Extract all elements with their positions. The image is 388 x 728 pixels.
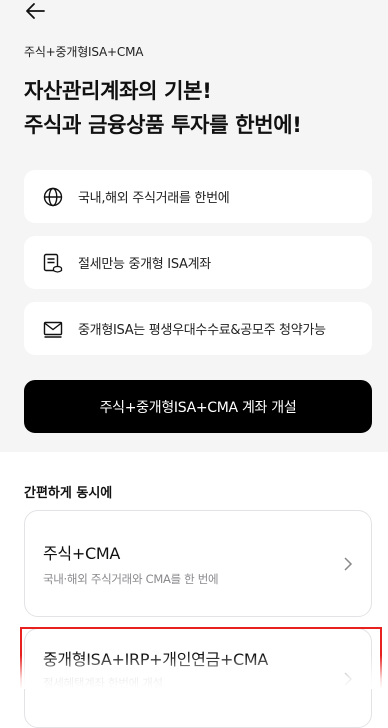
open-account-button[interactable]: 주식+중개형ISA+CMA 계좌 개설: [24, 380, 372, 433]
feature-label: 중개형ISA는 평생우대수수료&공모주 청약가능: [78, 323, 326, 338]
card-subtitle: 국내·해외 주식거래와 CMA를 한 번에: [43, 572, 219, 586]
feature-label: 절세만능 중개형 ISA계좌: [78, 257, 211, 272]
back-arrow-icon[interactable]: [24, 0, 46, 22]
product-card-stock-cma[interactable]: 주식+CMA 국내·해외 주식거래와 CMA를 한 번에: [24, 510, 372, 617]
feature-item: 절세만능 중개형 ISA계좌: [24, 236, 372, 289]
headline-line-2: 주식과 금융상품 투자를 한번에!: [24, 113, 302, 137]
chevron-right-icon: [343, 671, 353, 687]
breadcrumb: 주식+중개형ISA+CMA: [24, 45, 144, 59]
globe-icon: [42, 186, 64, 208]
product-card-isa-irp-pension-cma[interactable]: 중개형ISA+IRP+개인연금+CMA 절세혜택계좌 한번에 개설: [24, 628, 372, 728]
feature-label: 국내,해외 주식거래를 한번에: [78, 191, 230, 206]
card-title: 주식+CMA: [43, 544, 120, 563]
feature-item: 중개형ISA는 평생우대수수료&공모주 청약가능: [24, 302, 372, 355]
card-title: 중개형ISA+IRP+개인연금+CMA: [43, 650, 269, 669]
section-title: 간편하게 동시에: [24, 486, 113, 501]
headline-line-1: 자산관리계좌의 기본!: [24, 79, 212, 103]
page-title: 자산관리계좌의 기본! 주식과 금융상품 투자를 한번에!: [24, 74, 302, 142]
chevron-right-icon: [343, 556, 353, 572]
document-coin-icon: [42, 252, 64, 274]
feature-item: 국내,해외 주식거래를 한번에: [24, 170, 372, 223]
envelope-icon: [42, 318, 64, 340]
